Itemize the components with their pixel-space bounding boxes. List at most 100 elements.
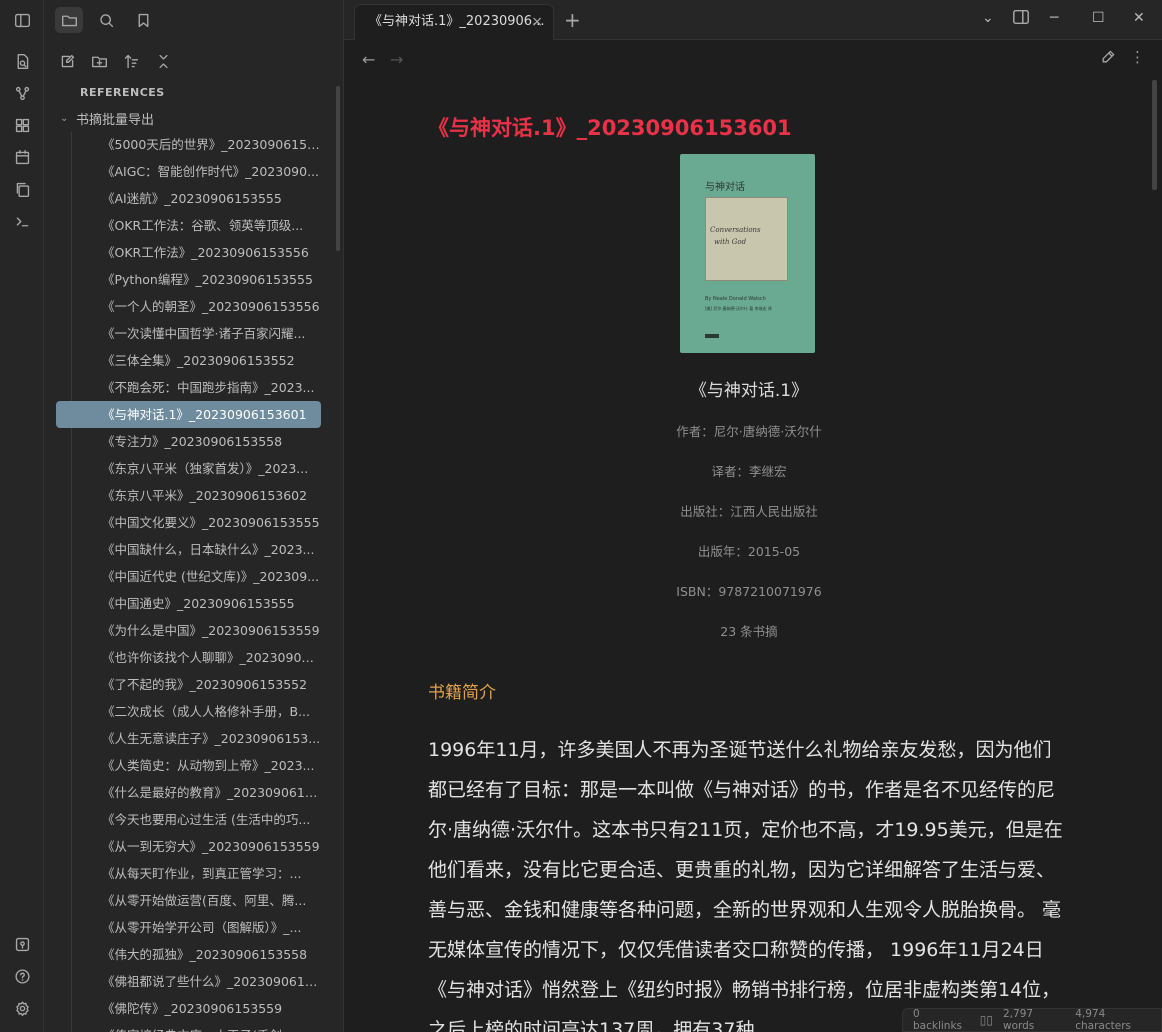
new-tab-icon[interactable]: + <box>564 8 581 32</box>
cover-inset: Conversations with God <box>705 197 788 281</box>
view-header: ← → ⋮ <box>344 40 1162 80</box>
file-item[interactable]: 《今天也要用心过生活 (生活中的巧... <box>56 806 321 833</box>
file-item[interactable]: 《人生无意读庄子》_20230906153... <box>56 725 321 752</box>
file-item[interactable]: 《三体全集》_20230906153552 <box>56 347 321 374</box>
right-sidebar-toggle-icon[interactable] <box>1012 8 1030 30</box>
file-item[interactable]: 《一次读懂中国哲学·诸子百家闪耀... <box>56 320 321 347</box>
cover-line-2: with God <box>714 238 747 246</box>
help-icon[interactable] <box>12 966 32 986</box>
more-options-icon[interactable]: ⋮ <box>1130 48 1145 66</box>
file-item-active[interactable]: 《与神对话.1》_20230906153601 <box>56 401 321 428</box>
isbn-line: ISBN：9787210071976 <box>676 584 822 599</box>
file-item[interactable]: 《伟大的孤独》_20230906153558 <box>56 941 321 968</box>
app-window: REFERENCES ⌄ 书摘批量导出 《5000天后的世界》_20230906… <box>0 0 1162 1032</box>
tab-close-icon[interactable]: × <box>531 5 543 39</box>
file-item[interactable]: 《OKR工作法：谷歌、领英等顶级... <box>56 212 321 239</box>
note-heading: 《与神对话.1》_20230906153601 <box>428 116 792 140</box>
file-item[interactable]: 《从零开始做运营(百度、阿里、腾... <box>56 887 321 914</box>
calendar-icon[interactable] <box>12 147 32 167</box>
file-item[interactable]: 《中国缺什么，日本缺什么》_2023... <box>56 536 321 563</box>
close-window-icon[interactable]: ✕ <box>1133 10 1145 26</box>
minimize-icon[interactable]: ─ <box>1050 10 1058 26</box>
graph-view-icon[interactable] <box>12 83 32 103</box>
file-item[interactable]: 《二次成长（成人人格修补手册，B... <box>56 698 321 725</box>
chevron-down-icon: ⌄ <box>60 113 69 124</box>
file-item[interactable]: 《佛陀传》_20230906153559 <box>56 995 321 1022</box>
file-item[interactable]: 《AI迷航》_20230906153555 <box>56 185 321 212</box>
maximize-icon[interactable]: ☐ <box>1092 10 1105 26</box>
file-item[interactable]: 《Python编程》_20230906153555 <box>56 266 321 293</box>
copy-icon[interactable] <box>12 179 32 199</box>
forward-arrow-icon[interactable]: → <box>390 50 403 69</box>
file-item[interactable]: 《OKR工作法》_20230906153556 <box>56 239 321 266</box>
file-item[interactable]: 《中国近代史 (世纪文库)》_202309... <box>56 563 321 590</box>
file-item[interactable]: 《专注力》_20230906153558 <box>56 428 321 455</box>
file-item[interactable]: 《中国通史》_20230906153555 <box>56 590 321 617</box>
file-item[interactable]: 《东京八平米》_20230906153602 <box>56 482 321 509</box>
file-item[interactable]: 《传家培经典文库，小王子(手剑... <box>56 1022 321 1032</box>
file-explorer-sidebar: REFERENCES ⌄ 书摘批量导出 《5000天后的世界》_20230906… <box>44 0 344 1032</box>
content-scrollbar[interactable] <box>1152 80 1157 190</box>
sidebar-tab-strip <box>44 0 343 40</box>
file-item[interactable]: 《从每天盯作业，到真正管学习：... <box>56 860 321 887</box>
new-folder-icon[interactable] <box>85 48 113 74</box>
search-icon[interactable] <box>92 7 120 33</box>
tab-note[interactable]: 《与神对话.1》_20230906... × <box>354 4 554 40</box>
file-item[interactable]: 《了不起的我》_20230906153552 <box>56 671 321 698</box>
explorer-toolbar <box>44 48 343 76</box>
tab-title: 《与神对话.1》_20230906... <box>369 14 545 29</box>
vault-icon[interactable] <box>12 934 32 954</box>
tab-bar: 《与神对话.1》_20230906... × + ⌄ ─ ☐ ✕ <box>344 0 1162 40</box>
year-line: 出版年：2015-05 <box>697 544 801 559</box>
publisher-logo <box>705 334 719 338</box>
settings-gear-icon[interactable] <box>12 998 32 1018</box>
cover-title: 与神对话 <box>705 182 745 193</box>
file-item[interactable]: 《AIGC：智能创作时代》_2023090... <box>56 158 321 185</box>
backlinks-count[interactable]: 0 backlinks <box>913 1008 970 1032</box>
open-file-icon[interactable] <box>12 51 32 71</box>
file-item[interactable]: 《佛祖都说了些什么》_2023090615... <box>56 968 321 995</box>
cover-translator: [美] 尼尔·唐纳德·沃尔什 著 李继宏 译 <box>705 306 772 311</box>
char-count: 4,974 characters <box>1075 1008 1131 1032</box>
file-item[interactable]: 《从一到无穷大》_20230906153559 <box>56 833 321 860</box>
sidebar-scrollbar[interactable] <box>336 86 340 251</box>
translator-line: 译者：李继宏 <box>711 464 787 479</box>
file-list: 《5000天后的世界》_20230906153... 《AIGC：智能创作时代》_… <box>56 131 321 1032</box>
new-note-icon[interactable] <box>53 48 81 74</box>
file-item[interactable]: 《人类简史：从动物到上帝》_2023... <box>56 752 321 779</box>
file-item[interactable]: 《不跑会死：中国跑步指南》_2023... <box>56 374 321 401</box>
file-item[interactable]: 《什么是最好的教育》_2023090615... <box>56 779 321 806</box>
reading-mode-icon[interactable]: ▯▯ <box>980 1013 993 1027</box>
file-item[interactable]: 《为什么是中国》_20230906153559 <box>56 617 321 644</box>
canvas-icon[interactable] <box>12 115 32 135</box>
back-arrow-icon[interactable]: ← <box>362 50 375 69</box>
word-count: 2,797 words <box>1003 1008 1035 1032</box>
book-title: 《与神对话.1》 <box>689 381 809 401</box>
file-item[interactable]: 《东京八平米（独家首发）》_2023... <box>56 455 321 482</box>
left-ribbon <box>0 0 44 1032</box>
sort-icon[interactable] <box>117 48 145 74</box>
section-heading: 书籍简介 <box>428 683 496 703</box>
bookmark-icon[interactable] <box>129 7 157 33</box>
section-header: REFERENCES <box>80 86 165 99</box>
cover-line-1: Conversations <box>710 226 761 234</box>
folder-label: 书摘批量导出 <box>76 113 155 128</box>
file-item[interactable]: 《中国文化要义》_20230906153555 <box>56 509 321 536</box>
status-bar: 0 backlinks ▯▯ 2,797 words 4,974 charact… <box>902 1008 1162 1032</box>
collapse-all-icon[interactable] <box>149 48 177 74</box>
book-cover-image: 与神对话 Conversations with God By Neale Don… <box>680 154 815 353</box>
intro-paragraph: 1996年11月，许多美国人不再为圣诞节送什么礼物给亲友发愁，因为他们都已经有了… <box>428 739 1063 1032</box>
edit-pencil-icon[interactable] <box>1100 49 1116 69</box>
file-item[interactable]: 《5000天后的世界》_20230906153... <box>56 131 321 158</box>
folder-item[interactable]: ⌄ 书摘批量导出 <box>60 109 154 128</box>
author-line: 作者：尼尔·唐纳德·沃尔什 <box>676 424 822 439</box>
publisher-line: 出版社：江西人民出版社 <box>680 504 818 519</box>
file-item[interactable]: 《也许你该找个人聊聊》_20230906... <box>56 644 321 671</box>
file-item[interactable]: 《从零开始学开公司（图解版）》_... <box>56 914 321 941</box>
note-content: 《与神对话.1》_20230906153601 与神对话 Conversatio… <box>344 80 1162 1032</box>
terminal-icon[interactable] <box>12 211 32 231</box>
tab-list-chevron-icon[interactable]: ⌄ <box>982 10 994 26</box>
sidebar-toggle-icon[interactable] <box>12 10 32 30</box>
files-tab-folder-icon[interactable] <box>55 7 83 33</box>
file-item[interactable]: 《一个人的朝圣》_20230906153556 <box>56 293 321 320</box>
